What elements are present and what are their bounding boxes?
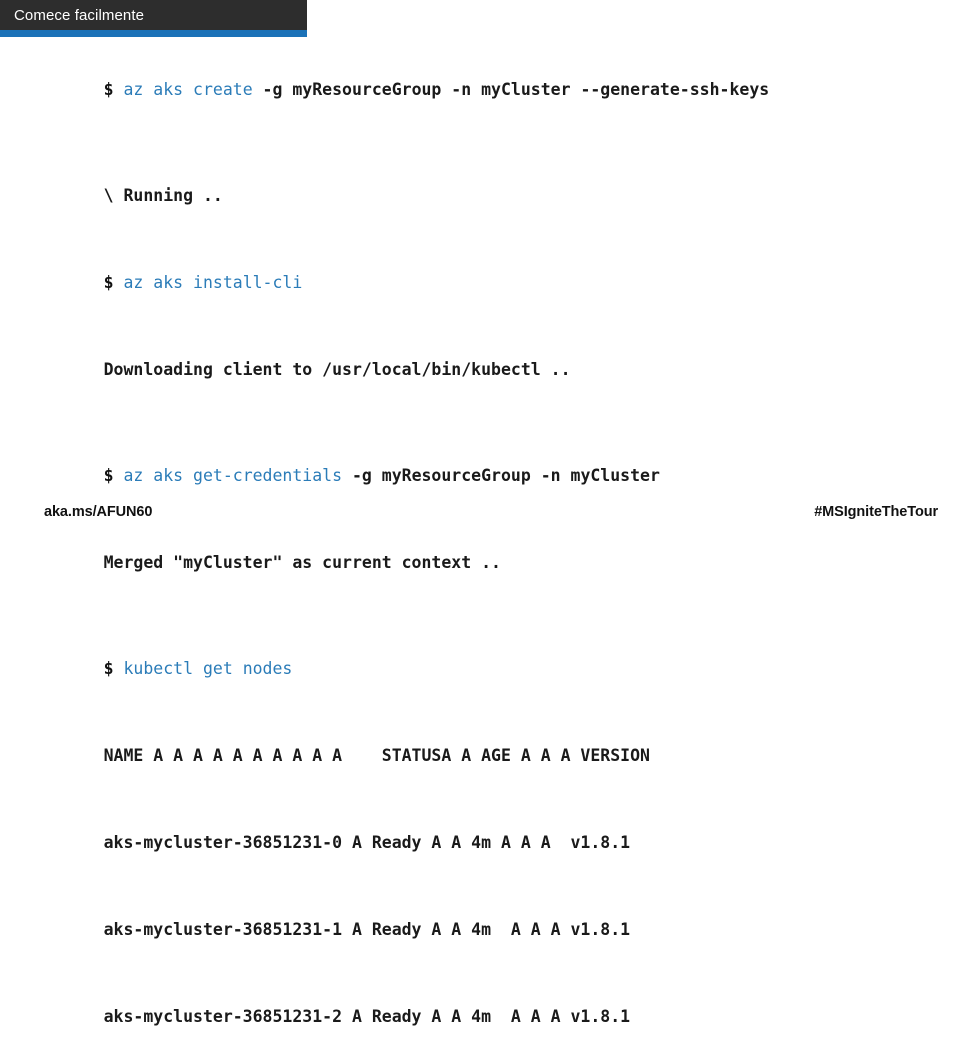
terminal-line-create: $ az aks create -g myResourceGroup -n my…: [44, 46, 944, 133]
slide-root: Comece facilmente $ az aks create -g myR…: [0, 0, 960, 1026]
terminal-line-downloading: Downloading client to /usr/local/bin/kub…: [44, 326, 944, 413]
terminal-line-nodes-header: NAME A A A A A A A A A A STATUSA A AGE A…: [44, 712, 944, 799]
footer-link[interactable]: aka.ms/AFUN60: [44, 504, 152, 520]
nodes-table-row: aks-mycluster-36851231-1 A Ready A A 4m …: [103, 920, 631, 939]
output-text: \ Running ..: [103, 186, 223, 205]
prompt-symbol: $: [103, 273, 124, 292]
terminal-line-node-1: aks-mycluster-36851231-1 A Ready A A 4m …: [44, 886, 944, 973]
command-text: kubectl get nodes: [123, 659, 293, 678]
nodes-table-header: NAME A A A A A A A A A A STATUSA A AGE A…: [103, 746, 650, 765]
nodes-table-row: aks-mycluster-36851231-0 A Ready A A 4m …: [103, 833, 631, 852]
title-banner: Comece facilmente: [0, 0, 307, 30]
page-title: Comece facilmente: [14, 6, 145, 24]
nodes-table-row: aks-mycluster-36851231-2 A Ready A A 4m …: [103, 1007, 631, 1026]
prompt-symbol: $: [103, 659, 124, 678]
prompt-symbol: $: [103, 80, 124, 99]
terminal-line-node-2: aks-mycluster-36851231-2 A Ready A A 4m …: [44, 973, 944, 1060]
title-accent-bar: [0, 30, 307, 37]
terminal-line-install-cli: $ az aks install-cli: [44, 239, 944, 326]
command-text: az aks install-cli: [123, 273, 303, 292]
terminal-line-node-0: aks-mycluster-36851231-0 A Ready A A 4m …: [44, 799, 944, 886]
command-text: az aks create: [123, 80, 253, 99]
footer-hashtag: #MSIgniteTheTour: [814, 504, 938, 520]
command-text: az aks get-credentials: [123, 466, 343, 485]
command-args: -g myResourceGroup -n myCluster: [342, 466, 660, 485]
terminal-transcript: $ az aks create -g myResourceGroup -n my…: [44, 46, 944, 1060]
command-args: -g myResourceGroup -n myCluster --genera…: [252, 80, 770, 99]
prompt-symbol: $: [103, 466, 124, 485]
output-text: Merged "myCluster" as current context ..: [103, 553, 501, 572]
terminal-line-merged: Merged "myCluster" as current context ..: [44, 519, 944, 606]
terminal-line-get-nodes: $ kubectl get nodes: [44, 625, 944, 712]
terminal-line-get-credentials: $ az aks get-credentials -g myResourceGr…: [44, 432, 944, 519]
output-text: Downloading client to /usr/local/bin/kub…: [103, 360, 571, 379]
terminal-line-running: \ Running ..: [44, 152, 944, 239]
